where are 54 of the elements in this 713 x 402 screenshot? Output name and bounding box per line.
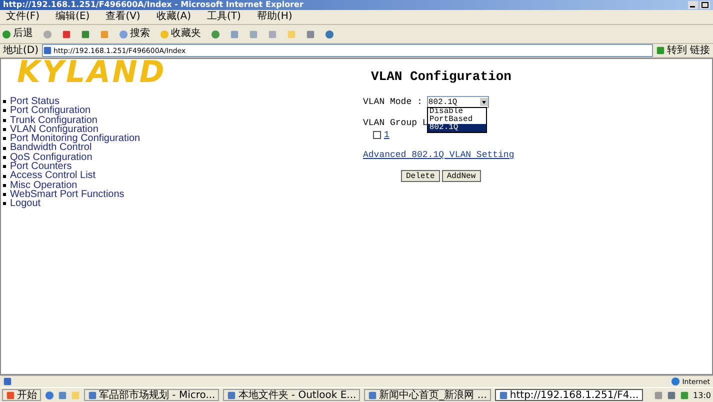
taskbar-button[interactable]: http://192.168.1.251/F4... xyxy=(494,389,643,401)
nav-link[interactable]: Bandwidth Control xyxy=(10,143,92,153)
logo: KYLAND xyxy=(17,59,166,87)
nav-link[interactable]: WebSmart Port Functions xyxy=(10,190,124,200)
mode-label: VLAN Mode : xyxy=(363,97,422,107)
window-title: http://192.168.1.251/F496600A/Index - Microsoft Internet Explorer xyxy=(3,0,304,10)
menu-item[interactable]: 查看(V) xyxy=(106,11,140,23)
nav-link[interactable]: QoS Configuration xyxy=(10,152,92,162)
checkbox[interactable] xyxy=(373,131,381,139)
bullet-icon xyxy=(3,184,6,187)
address-label: 地址(D) xyxy=(3,45,39,56)
nav-link[interactable]: Port Configuration xyxy=(10,106,91,116)
menu-item[interactable]: 收藏(A) xyxy=(156,11,191,23)
clock: 13:0 xyxy=(693,390,711,400)
menu-item[interactable]: 工具(T) xyxy=(207,11,241,23)
mode-select[interactable]: 802.1Q xyxy=(427,96,490,108)
nav-link[interactable]: Port Monitoring Configuration xyxy=(10,134,140,144)
group-link[interactable]: 1 xyxy=(384,130,390,140)
nav-link[interactable]: Trunk Configuration xyxy=(10,116,98,125)
go-button[interactable]: 转到 xyxy=(656,44,687,56)
links-label[interactable]: 链接 xyxy=(690,45,710,56)
bullet-icon xyxy=(3,137,6,140)
action-button[interactable]: AddNew xyxy=(442,170,481,182)
menu-item[interactable]: 文件(F) xyxy=(6,11,40,23)
nav-link[interactable]: Port Counters xyxy=(10,162,72,172)
start-button[interactable]: 开始 xyxy=(2,389,41,401)
favorites-button[interactable]: 收藏夹 xyxy=(160,28,201,40)
bullet-icon xyxy=(3,118,6,122)
window-controls-icon[interactable] xyxy=(688,1,710,9)
bullet-icon xyxy=(3,109,6,112)
page-heading: VLAN Configuration xyxy=(371,69,512,84)
nav-link[interactable]: Misc Operation xyxy=(10,180,78,190)
menu-item[interactable]: 帮助(H) xyxy=(256,11,292,23)
back-button[interactable]: 后退 xyxy=(2,28,33,40)
bullet-icon xyxy=(3,146,6,150)
bullet-icon xyxy=(3,128,6,132)
bullet-icon xyxy=(3,165,6,168)
search-button[interactable]: 搜索 xyxy=(119,28,150,40)
menu-item[interactable]: 编辑(E) xyxy=(56,11,90,23)
taskbar-button[interactable]: 本地文件夹 - Outlook E... xyxy=(223,389,360,401)
nav-link[interactable]: Access Control List xyxy=(10,171,96,181)
nav-link[interactable]: Logout xyxy=(10,199,41,209)
nav-link[interactable]: Port Status xyxy=(10,97,60,106)
advanced-link[interactable]: Advanced 802.1Q VLAN Setting xyxy=(363,150,514,160)
action-button[interactable]: Delete xyxy=(401,170,440,182)
taskbar-button[interactable]: 军品部市场规划 - Micro... xyxy=(84,389,220,401)
bullet-icon xyxy=(3,100,6,104)
nav-link[interactable]: VLAN Configuration xyxy=(10,124,98,134)
bullet-icon xyxy=(3,174,6,178)
bullet-icon xyxy=(3,202,6,206)
bullet-icon xyxy=(3,193,6,196)
bullet-icon xyxy=(3,156,6,159)
group-label: VLAN Group L xyxy=(363,118,428,128)
taskbar-button[interactable]: 新闻中心首页_新浪网 ... xyxy=(364,389,491,401)
